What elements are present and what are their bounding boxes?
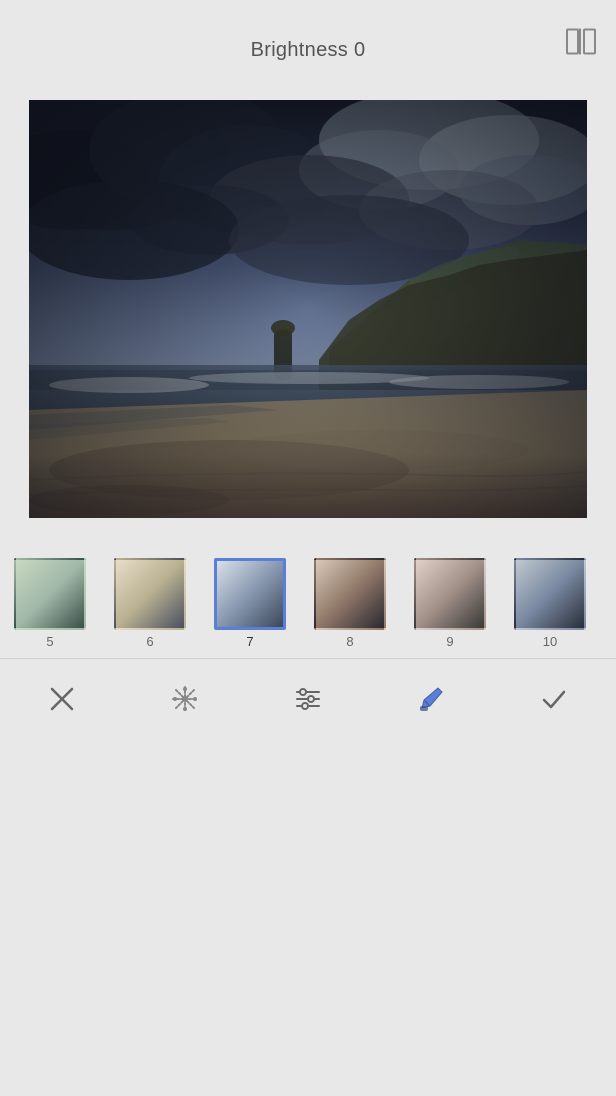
filter-label-10: 10 — [543, 634, 557, 649]
adjust-button[interactable] — [293, 684, 323, 714]
filter-thumb-5 — [14, 558, 86, 630]
filter-thumb-9 — [414, 558, 486, 630]
filter-label-6: 6 — [146, 634, 153, 649]
header: Brightness 0 — [0, 0, 616, 90]
toolbar — [0, 658, 616, 738]
filter-item-9[interactable]: 9 — [400, 558, 500, 649]
filter-thumb-7 — [214, 558, 286, 630]
cancel-button[interactable] — [47, 684, 77, 714]
filter-thumb-8 — [314, 558, 386, 630]
image-container — [29, 100, 587, 518]
brightness-title: Brightness 0 — [251, 39, 366, 62]
filter-label-5: 5 — [46, 634, 53, 649]
filter-item-7[interactable]: 7 — [200, 558, 300, 649]
filter-item-10[interactable]: 10 — [500, 558, 600, 649]
filter-label-7: 7 — [246, 634, 253, 649]
style-button[interactable] — [416, 684, 446, 714]
filter-thumb-10 — [514, 558, 586, 630]
main-image — [29, 100, 587, 518]
filter-thumb-6 — [114, 558, 186, 630]
filter-item-8[interactable]: 8 — [300, 558, 400, 649]
effects-button[interactable] — [170, 684, 200, 714]
filter-row: 5 6 7 8 9 10 — [0, 548, 616, 658]
filter-label-9: 9 — [446, 634, 453, 649]
compare-icon[interactable] — [566, 29, 596, 62]
filter-label-8: 8 — [346, 634, 353, 649]
filter-item-5[interactable]: 5 — [0, 558, 100, 649]
confirm-button[interactable] — [539, 684, 569, 714]
filter-item-6[interactable]: 6 — [100, 558, 200, 649]
